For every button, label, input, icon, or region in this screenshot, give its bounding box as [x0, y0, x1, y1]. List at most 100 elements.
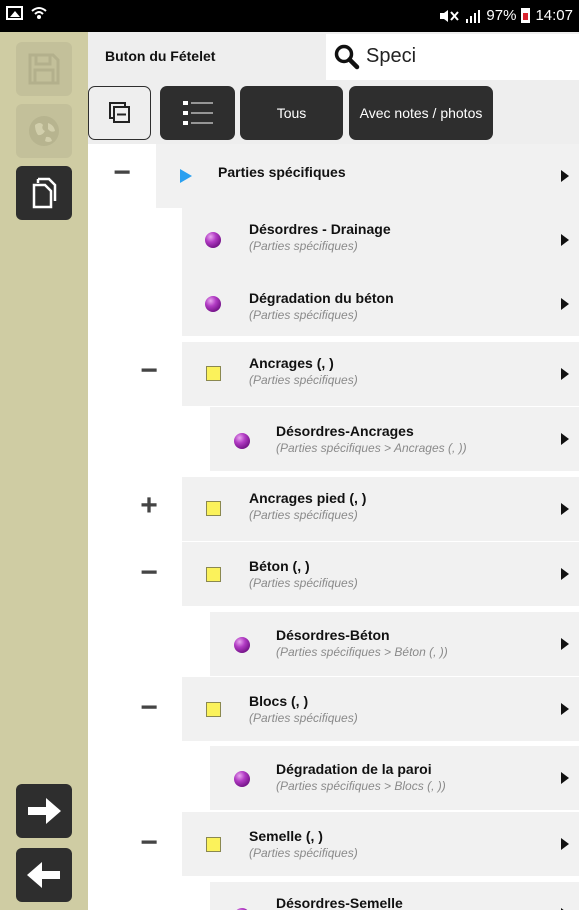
row-title: Désordres-Ancrages — [276, 423, 414, 439]
expand-toggle[interactable]: + — [134, 491, 164, 521]
expand-arrow-icon[interactable] — [561, 703, 569, 715]
item-ball-icon — [234, 637, 250, 653]
list-item[interactable]: Désordres-Semelle — [88, 882, 579, 910]
next-button[interactable] — [16, 784, 72, 838]
image-notification-icon — [6, 6, 23, 20]
item-ball-icon — [205, 232, 221, 248]
list-item[interactable]: Désordres - Drainage (Parties spécifique… — [88, 208, 579, 272]
folder-square-icon — [206, 567, 221, 582]
row-title: Dégradation du béton — [249, 290, 394, 306]
row-title: Ancrages (, ) — [249, 355, 334, 371]
row-path: (Parties spécifiques > Ancrages (, )) — [276, 441, 467, 455]
list-item[interactable]: − Semelle (, ) (Parties spécifiques) — [88, 812, 579, 876]
folder-square-icon — [206, 837, 221, 852]
row-title: Béton (, ) — [249, 558, 310, 574]
copy-button[interactable] — [16, 166, 72, 220]
search-box[interactable] — [326, 34, 579, 80]
row-background — [182, 477, 579, 541]
row-path: (Parties spécifiques) — [249, 576, 358, 590]
save-icon — [28, 53, 60, 85]
globe-button[interactable] — [16, 104, 72, 158]
play-icon — [180, 169, 192, 183]
list-item[interactable]: − Béton (, ) (Parties spécifiques) — [88, 542, 579, 606]
row-path: (Parties spécifiques) — [249, 508, 358, 522]
row-path: (Parties spécifiques > Béton (, )) — [276, 645, 448, 659]
row-background — [182, 542, 579, 606]
collapse-toggle[interactable]: − — [134, 558, 164, 588]
page-title: Buton du Fételet — [105, 48, 216, 64]
row-path: (Parties spécifiques) — [249, 239, 358, 253]
list-item[interactable]: − Blocs (, ) (Parties spécifiques) — [88, 677, 579, 741]
signal-icon — [466, 9, 481, 23]
item-ball-icon — [234, 433, 250, 449]
expand-arrow-icon[interactable] — [561, 433, 569, 445]
expand-arrow-icon[interactable] — [561, 503, 569, 515]
row-title: Blocs (, ) — [249, 693, 309, 709]
expand-arrow-icon[interactable] — [561, 368, 569, 380]
row-background — [182, 342, 579, 406]
collapse-all-button[interactable] — [88, 86, 151, 140]
battery-icon — [521, 8, 531, 23]
row-path: (Parties spécifiques) — [249, 373, 358, 387]
tree-list: − Parties spécifiques Désordres - Draina… — [88, 144, 579, 910]
row-background — [182, 208, 579, 272]
copy-icon — [32, 177, 57, 209]
row-title: Parties spécifiques — [218, 164, 346, 180]
wifi-icon — [31, 7, 47, 19]
mute-icon — [440, 9, 460, 22]
row-title: Désordres - Drainage — [249, 221, 391, 237]
list-item[interactable]: Désordres-Béton (Parties spécifiques > B… — [88, 612, 579, 676]
row-path: (Parties spécifiques) — [249, 308, 358, 322]
collapse-toggle[interactable]: − — [134, 828, 164, 858]
collapse-toggle[interactable]: − — [107, 158, 137, 188]
row-background — [210, 612, 579, 676]
list-item[interactable]: Dégradation du béton (Parties spécifique… — [88, 272, 579, 336]
arrow-right-icon — [28, 798, 61, 824]
previous-button[interactable] — [16, 848, 72, 902]
expand-arrow-icon[interactable] — [561, 234, 569, 246]
row-background — [182, 677, 579, 741]
list-item[interactable]: Dégradation de la paroi (Parties spécifi… — [88, 746, 579, 810]
list-item[interactable]: Désordres-Ancrages (Parties spécifiques … — [88, 407, 579, 471]
row-title: Semelle (, ) — [249, 828, 323, 844]
row-background — [182, 812, 579, 876]
row-path: (Parties spécifiques) — [249, 711, 358, 725]
expand-arrow-icon[interactable] — [561, 772, 569, 784]
folder-square-icon — [206, 366, 221, 381]
row-path: (Parties spécifiques) — [249, 846, 358, 860]
collapse-toggle[interactable]: − — [134, 693, 164, 723]
row-title: Dégradation de la paroi — [276, 761, 432, 777]
search-input[interactable] — [366, 40, 566, 72]
expand-arrow-icon[interactable] — [561, 838, 569, 850]
folder-square-icon — [206, 501, 221, 516]
item-ball-icon — [234, 771, 250, 787]
filter-all-button[interactable]: Tous — [240, 86, 343, 140]
filter-toolbar: Tous Avec notes / photos — [88, 82, 579, 144]
globe-icon — [29, 116, 59, 146]
row-title: Ancrages pied (, ) — [249, 490, 367, 506]
filter-notes-photos-button[interactable]: Avec notes / photos — [349, 86, 493, 140]
row-title: Désordres-Béton — [276, 627, 390, 643]
tree-root-row[interactable]: − Parties spécifiques — [88, 144, 579, 208]
item-ball-icon — [205, 296, 221, 312]
header: Buton du Fételet — [88, 32, 579, 82]
expand-arrow-icon[interactable] — [561, 568, 569, 580]
collapse-toggle[interactable]: − — [134, 356, 164, 386]
list-view-button[interactable] — [160, 86, 235, 140]
save-button[interactable] — [16, 42, 72, 96]
battery-percent: 97% — [486, 7, 517, 24]
clock: 14:07 — [535, 7, 573, 24]
arrow-left-icon — [27, 862, 60, 888]
list-icon — [182, 101, 213, 125]
list-item[interactable]: − Ancrages (, ) (Parties spécifiques) — [88, 342, 579, 406]
left-toolbar — [0, 32, 88, 910]
row-background — [210, 407, 579, 471]
search-icon — [334, 44, 360, 70]
expand-arrow-icon[interactable] — [561, 298, 569, 310]
status-bar: 97% 14:07 — [0, 0, 579, 32]
list-item[interactable]: + Ancrages pied (, ) (Parties spécifique… — [88, 477, 579, 541]
expand-arrow-icon[interactable] — [561, 170, 569, 182]
expand-arrow-icon[interactable] — [561, 638, 569, 650]
folder-square-icon — [206, 702, 221, 717]
row-background — [210, 746, 579, 810]
